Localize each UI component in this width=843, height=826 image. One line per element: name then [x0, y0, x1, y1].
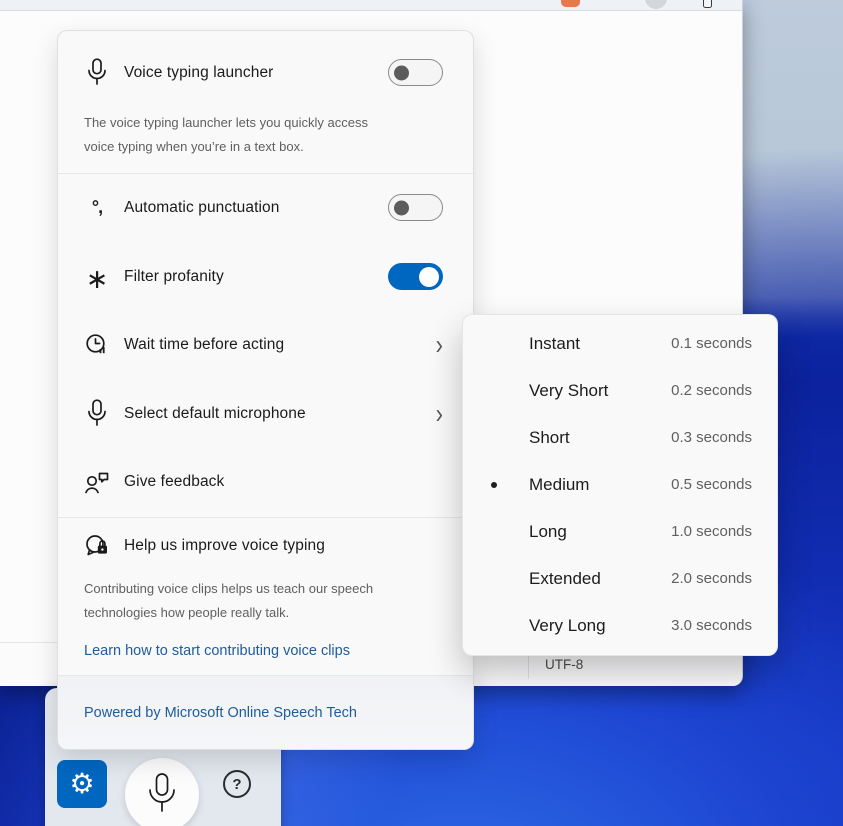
punctuation-icon: °, — [82, 197, 112, 218]
powered-by-link[interactable]: Powered by Microsoft Online Speech Tech — [84, 705, 357, 721]
menu-item-label: Very Long — [529, 616, 671, 636]
titlebar — [0, 0, 742, 11]
menu-item-extended[interactable]: Extended 2.0 seconds — [463, 555, 777, 602]
extension-icon[interactable] — [703, 0, 712, 8]
menu-item-label: Medium — [529, 475, 671, 495]
menu-item-value: 1.0 seconds — [671, 523, 752, 540]
menu-item-instant[interactable]: Instant 0.1 seconds — [463, 320, 777, 367]
menu-item-value: 0.5 seconds — [671, 476, 752, 493]
learn-contributing-link[interactable]: Learn how to start contributing voice cl… — [84, 643, 447, 659]
menu-item-value: 2.0 seconds — [671, 570, 752, 587]
voice-clips-privacy-icon — [82, 533, 112, 559]
menu-item-value: 0.1 seconds — [671, 335, 752, 352]
voice-typing-launcher-toggle[interactable] — [388, 59, 443, 86]
menu-item-label: Short — [529, 428, 671, 448]
row-label: Automatic punctuation — [124, 199, 388, 217]
gear-icon: ⚙ — [69, 770, 94, 798]
chevron-right-icon: › — [436, 400, 443, 428]
clock-icon — [82, 333, 112, 357]
row-voice-typing-launcher[interactable]: Voice typing launcher — [58, 45, 473, 101]
row-label: Filter profanity — [124, 268, 388, 286]
dictation-button[interactable] — [125, 758, 199, 826]
menu-item-value: 0.2 seconds — [671, 382, 752, 399]
row-label: Select default microphone — [124, 405, 436, 423]
menu-item-very-long[interactable]: Very Long 3.0 seconds — [463, 602, 777, 649]
help-button[interactable]: ? — [223, 770, 251, 798]
row-help-us-improve: Help us improve voice typing — [58, 522, 473, 570]
menu-item-label: Extended — [529, 569, 671, 589]
microphone-icon — [145, 772, 179, 818]
row-label: Voice typing launcher — [124, 64, 388, 82]
browser-logo-icon[interactable] — [561, 0, 580, 7]
help-icon: ? — [232, 776, 241, 793]
microphone-icon — [82, 58, 112, 87]
improve-description: Contributing voice clips helps us teach … — [84, 577, 394, 625]
feedback-icon — [82, 470, 112, 495]
menu-item-medium[interactable]: Medium 0.5 seconds — [463, 461, 777, 508]
menu-item-label: Very Short — [529, 381, 671, 401]
microphone-icon — [82, 399, 112, 428]
row-wait-time[interactable]: Wait time before acting › — [58, 311, 473, 380]
row-label: Wait time before acting — [124, 336, 436, 354]
row-label: Give feedback — [124, 473, 443, 491]
row-automatic-punctuation[interactable]: °, Automatic punctuation — [58, 174, 473, 243]
section-title: Help us improve voice typing — [124, 537, 443, 555]
filter-profanity-toggle[interactable] — [388, 263, 443, 290]
selected-bullet — [491, 482, 501, 488]
wait-time-menu: Instant 0.1 seconds Very Short 0.2 secon… — [462, 314, 778, 656]
menu-item-short[interactable]: Short 0.3 seconds — [463, 414, 777, 461]
settings-button[interactable]: ⚙ — [57, 760, 107, 808]
avatar-icon[interactable] — [645, 0, 667, 9]
menu-item-long[interactable]: Long 1.0 seconds — [463, 508, 777, 555]
menu-item-value: 0.3 seconds — [671, 429, 752, 446]
chevron-right-icon: › — [436, 331, 443, 359]
voice-typing-settings-panel: Voice typing launcher The voice typing l… — [57, 30, 474, 750]
row-give-feedback[interactable]: Give feedback — [58, 448, 473, 517]
menu-item-value: 3.0 seconds — [671, 617, 752, 634]
panel-footer: Powered by Microsoft Online Speech Tech — [58, 676, 473, 749]
row-filter-profanity[interactable]: ∗ Filter profanity — [58, 242, 473, 311]
menu-item-very-short[interactable]: Very Short 0.2 seconds — [463, 367, 777, 414]
automatic-punctuation-toggle[interactable] — [388, 194, 443, 221]
menu-item-label: Long — [529, 522, 671, 542]
menu-item-label: Instant — [529, 334, 671, 354]
row-select-default-microphone[interactable]: Select default microphone › — [58, 380, 473, 449]
launcher-description: The voice typing launcher lets you quick… — [84, 111, 394, 159]
